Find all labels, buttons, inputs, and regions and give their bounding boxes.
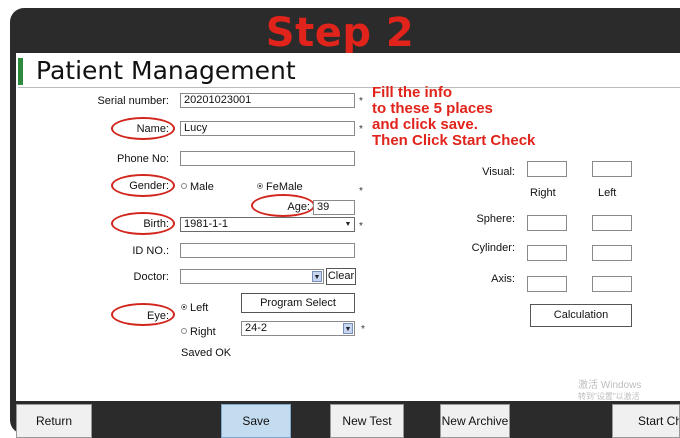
clear-doctor-button[interactable]: Clear xyxy=(326,268,356,285)
header-divider xyxy=(18,87,680,88)
sphere-left-field[interactable] xyxy=(592,215,632,231)
eye-label: Eye: xyxy=(146,310,169,322)
visual-left-field[interactable] xyxy=(592,161,632,177)
start-check-button[interactable]: Start Check xyxy=(612,404,680,438)
new-archive-button[interactable]: New Archive xyxy=(440,404,510,438)
axis-right-field[interactable] xyxy=(527,276,567,292)
right-eye-radio-icon[interactable] xyxy=(181,328,187,335)
step-title: Step 2 xyxy=(265,10,415,56)
annotation-line: to these 5 places xyxy=(372,100,493,117)
name-label: Name: xyxy=(136,123,169,135)
birth-value: 1981-1-1 xyxy=(184,218,229,230)
axis-left-field[interactable] xyxy=(592,276,632,292)
doctor-select[interactable]: ▼ xyxy=(180,269,324,284)
axis-label: Axis: xyxy=(491,273,515,285)
male-radio-icon[interactable] xyxy=(181,183,187,190)
age-label: Age: xyxy=(287,201,310,213)
cylinder-right-field[interactable] xyxy=(527,245,567,261)
sphere-right-field[interactable] xyxy=(527,215,567,231)
cylinder-label: Cylinder: xyxy=(471,242,515,254)
gender-label: Gender: xyxy=(129,180,169,192)
left-eye-radio-icon[interactable] xyxy=(181,304,187,311)
birth-label: Birth: xyxy=(143,218,169,230)
phone-field[interactable] xyxy=(180,151,355,166)
annotation-line: Then Click Start Check xyxy=(372,132,536,149)
new-test-button[interactable]: New Test xyxy=(330,404,404,438)
female-radio-icon[interactable] xyxy=(257,183,263,190)
serial-number-field[interactable]: 20201023001 xyxy=(180,93,355,108)
required-mark: * xyxy=(359,96,363,107)
eye-right-option[interactable]: Right xyxy=(181,326,216,338)
header-accent-bar xyxy=(18,58,23,85)
page-title: Patient Management xyxy=(36,56,296,85)
program-select-button[interactable]: Program Select xyxy=(241,293,355,313)
phone-label: Phone No: xyxy=(117,153,169,165)
annotation-line: Fill the info xyxy=(372,84,452,101)
save-button[interactable]: Save xyxy=(221,404,291,438)
required-mark: * xyxy=(359,124,363,135)
dropdown-arrow-icon[interactable]: ▼ xyxy=(343,323,353,334)
age-field[interactable]: 39 xyxy=(313,200,355,215)
instruction-annotation: Fill the info to these 5 places and clic… xyxy=(372,85,535,149)
required-mark: * xyxy=(361,324,365,335)
gender-female-option[interactable]: FeMale xyxy=(257,181,303,193)
doctor-label: Doctor: xyxy=(133,271,169,283)
annotation-line: and click save. xyxy=(372,116,478,133)
dropdown-arrow-icon[interactable]: ▼ xyxy=(343,219,353,230)
program-value: 24-2 xyxy=(245,322,268,334)
dropdown-arrow-icon[interactable]: ▼ xyxy=(312,271,322,282)
left-column-label: Left xyxy=(598,187,617,199)
birth-date-picker[interactable]: 1981-1-1 ▼ xyxy=(180,217,355,232)
visual-label: Visual: xyxy=(482,166,515,178)
eye-left-option[interactable]: Left xyxy=(181,302,208,314)
return-button[interactable]: Return xyxy=(16,404,92,438)
sphere-label: Sphere: xyxy=(476,213,515,225)
status-text: Saved OK xyxy=(181,347,232,359)
required-mark: * xyxy=(359,221,363,232)
visual-right-field[interactable] xyxy=(527,161,567,177)
serial-number-label: Serial number: xyxy=(97,95,169,107)
id-no-field[interactable] xyxy=(180,243,355,258)
required-mark: * xyxy=(359,186,363,197)
calculation-button[interactable]: Calculation xyxy=(530,304,632,327)
id-no-label: ID NO.: xyxy=(132,245,169,257)
cylinder-left-field[interactable] xyxy=(592,245,632,261)
right-column-label: Right xyxy=(530,187,556,199)
program-select-combo[interactable]: 24-2 ▼ xyxy=(241,321,355,336)
gender-male-option[interactable]: Male xyxy=(181,181,214,193)
name-field[interactable]: Lucy xyxy=(180,121,355,136)
